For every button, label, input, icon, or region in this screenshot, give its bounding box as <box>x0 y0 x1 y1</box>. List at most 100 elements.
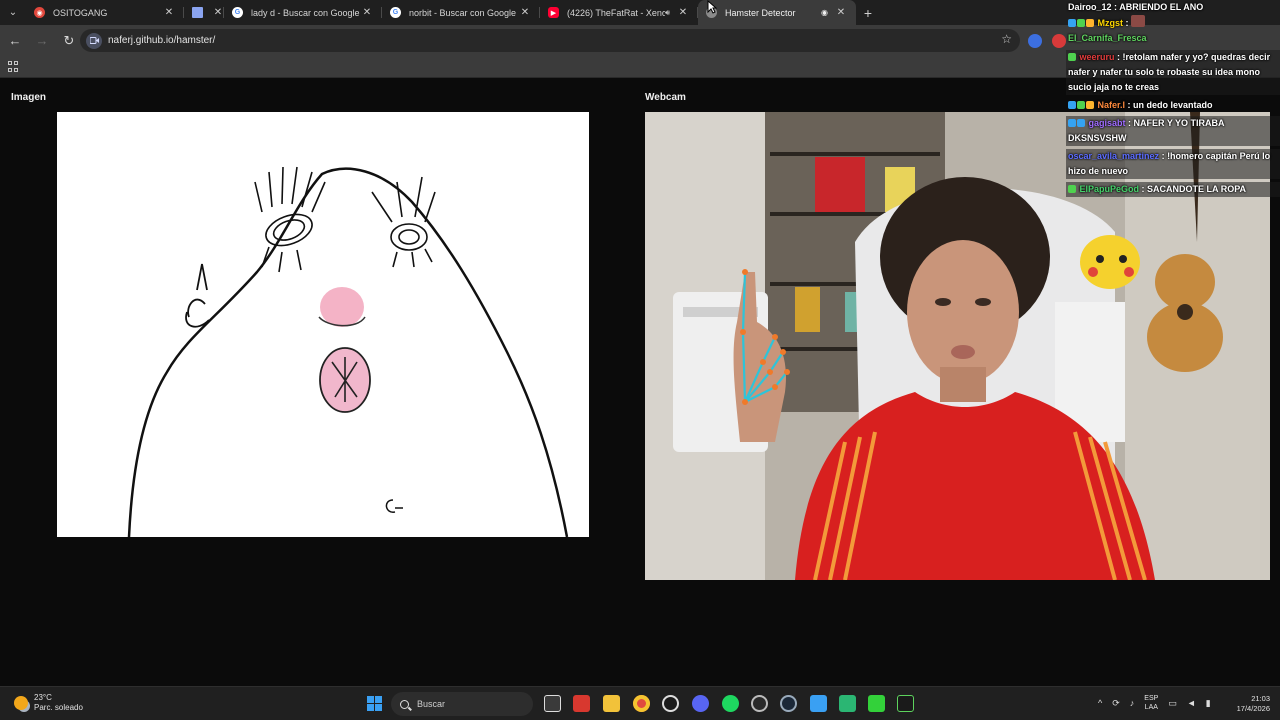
badge-icon <box>1068 101 1076 109</box>
steam-icon[interactable] <box>780 695 797 712</box>
image-section-title: Imagen <box>11 92 47 103</box>
weather-description: Parc. soleado <box>34 703 83 712</box>
chat-message: gagisabt : NAFER Y YO TIRABA DKSNSVSHW <box>1066 116 1280 146</box>
terminal-icon[interactable] <box>897 695 914 712</box>
file-explorer-icon[interactable] <box>603 695 620 712</box>
chevron-up-icon[interactable]: ^ <box>1098 698 1102 708</box>
system-clock[interactable]: 21:03 17/4/2026 <box>1228 694 1270 714</box>
tab-ositogang[interactable]: ◉ OSITOGANG ✕ <box>26 0 184 25</box>
chat-username: Mzgst <box>1097 18 1124 28</box>
close-icon[interactable]: ✕ <box>518 7 532 18</box>
tab-lady-d[interactable]: G lady d - Buscar con Google ✕ <box>224 0 382 25</box>
chat-message: El_Carnifa_Fresca <box>1066 31 1280 46</box>
close-icon[interactable]: ✕ <box>211 7 224 18</box>
partly-sunny-icon <box>14 696 28 710</box>
new-tab-button[interactable]: + <box>856 5 880 21</box>
stream-chat: Dairoo_12 : ABRIENDO EL ANO Mzgst : El_C… <box>1066 0 1280 197</box>
apps-grid-icon[interactable] <box>8 61 19 72</box>
battery-icon[interactable]: ▮ <box>1206 698 1211 709</box>
tab-title: OSITOGANG <box>53 7 108 18</box>
clock-date: 17/4/2026 <box>1236 704 1270 713</box>
tab-search-button[interactable]: ⌄ <box>0 0 26 25</box>
tab-title: (4226) TheFatRat - Xenogenesis <box>567 7 665 18</box>
mouse-cursor-icon <box>707 0 718 19</box>
reload-button[interactable]: ↻ <box>57 29 81 53</box>
search-placeholder: Buscar <box>417 699 446 709</box>
task-view-icon[interactable] <box>544 695 561 712</box>
chat-username: oscar_avila_martinez <box>1068 151 1160 161</box>
chat-username: Nafer.l <box>1097 100 1126 110</box>
tab-title: norbit - Buscar con Google <box>409 7 517 18</box>
bear-icon: ◉ <box>34 7 45 18</box>
keyboard-layout: LAA <box>1144 704 1158 711</box>
discord-icon[interactable] <box>692 695 709 712</box>
youtube-icon: ▶ <box>548 7 559 18</box>
app-green-icon[interactable] <box>839 695 856 712</box>
system-tray: ^ ⟳ ♪ ESP LAA ▭ ◄ ▮ <box>1098 694 1211 712</box>
chat-text: SACANDOTE LA ROPA <box>1147 184 1247 194</box>
bookmark-star-icon[interactable]: ☆ <box>1001 32 1012 46</box>
badge-icon <box>1077 101 1085 109</box>
site-info-icon[interactable] <box>86 32 102 49</box>
app-red-icon[interactable] <box>573 695 590 712</box>
chat-message: ElPapuPeGod : SACANDOTE LA ROPA <box>1066 182 1280 197</box>
obs-icon[interactable] <box>662 695 679 712</box>
badge-icon <box>1077 119 1085 127</box>
badge-icon <box>1068 185 1076 193</box>
badge-icon <box>1068 119 1076 127</box>
chat-username: El_Carnifa_Fresca <box>1068 33 1147 43</box>
close-icon[interactable]: ✕ <box>360 7 374 18</box>
close-icon[interactable]: ✕ <box>834 7 848 18</box>
language-indicator[interactable]: ESP LAA <box>1144 694 1158 712</box>
badge-icon <box>1068 53 1076 61</box>
chat-username: gagisabt <box>1088 118 1126 128</box>
url-text: naferj.github.io/hamster/ <box>108 35 216 46</box>
clock-time: 21:03 <box>1251 694 1270 703</box>
search-icon <box>400 699 409 709</box>
close-icon[interactable]: ✕ <box>676 7 690 18</box>
hamster-image <box>57 112 589 537</box>
extension-icon[interactable] <box>1028 34 1042 48</box>
volume-icon[interactable]: ◄ <box>1187 698 1196 708</box>
chat-username: ElPapuPeGod <box>1079 184 1140 194</box>
tab-thefatrat[interactable]: ▶ (4226) TheFatRat - Xenogenesis 🔊︎ ✕ <box>540 0 698 25</box>
forward-button[interactable]: → <box>30 29 54 53</box>
language-code: ESP <box>1144 695 1159 702</box>
chrome-icon[interactable] <box>633 695 650 712</box>
speaker-icon[interactable]: 🔊︎ <box>665 8 670 18</box>
weather-temperature: 23°C <box>34 693 52 702</box>
badge-icon <box>1086 101 1094 109</box>
tab-hamster-detector[interactable]: Hamster Detector ◉ ✕ <box>698 0 856 25</box>
app-dark-icon[interactable] <box>751 695 768 712</box>
google-icon: G <box>390 7 401 18</box>
recording-icon[interactable]: ◉ <box>821 8 828 17</box>
chat-message: Nafer.l : un dedo levantado <box>1066 98 1280 113</box>
start-button[interactable] <box>367 696 382 711</box>
address-bar[interactable]: naferj.github.io/hamster/ ☆ <box>80 29 1020 52</box>
extensions-area <box>1028 29 1066 53</box>
tab-title: lady d - Buscar con Google <box>251 7 360 18</box>
badge-icon <box>1068 19 1076 27</box>
app-lime-icon[interactable] <box>868 695 885 712</box>
close-icon[interactable]: ✕ <box>162 7 176 18</box>
extension-icon[interactable] <box>1052 34 1066 48</box>
window-icon <box>192 7 203 18</box>
weather-widget[interactable]: 23°C Parc. soleado <box>14 693 83 713</box>
chat-username: weeruru <box>1079 52 1115 62</box>
chat-message: Dairoo_12 : ABRIENDO EL ANO <box>1068 2 1204 12</box>
network-icon[interactable]: ▭ <box>1168 698 1177 709</box>
notepad-icon[interactable] <box>810 695 827 712</box>
tab-norbit[interactable]: G norbit - Buscar con Google ✕ <box>382 0 540 25</box>
webcam-section-title: Webcam <box>645 92 686 103</box>
spotify-icon[interactable] <box>722 695 739 712</box>
microphone-icon[interactable]: ♪ <box>1130 698 1135 708</box>
tab-window[interactable]: ✕ <box>184 0 224 25</box>
emote-icon <box>1131 15 1146 27</box>
badge-icon <box>1086 19 1094 27</box>
taskbar-search[interactable]: Buscar <box>391 692 533 716</box>
sync-icon[interactable]: ⟳ <box>1112 698 1120 709</box>
chat-message: weeruru : !retolam nafer y yo? quedras d… <box>1066 50 1280 95</box>
back-button[interactable]: ← <box>3 29 27 53</box>
windows-taskbar: 23°C Parc. soleado Buscar ^ ⟳ ♪ ESP LAA … <box>0 686 1280 720</box>
chat-text: ABRIENDO EL ANO <box>1119 2 1204 12</box>
